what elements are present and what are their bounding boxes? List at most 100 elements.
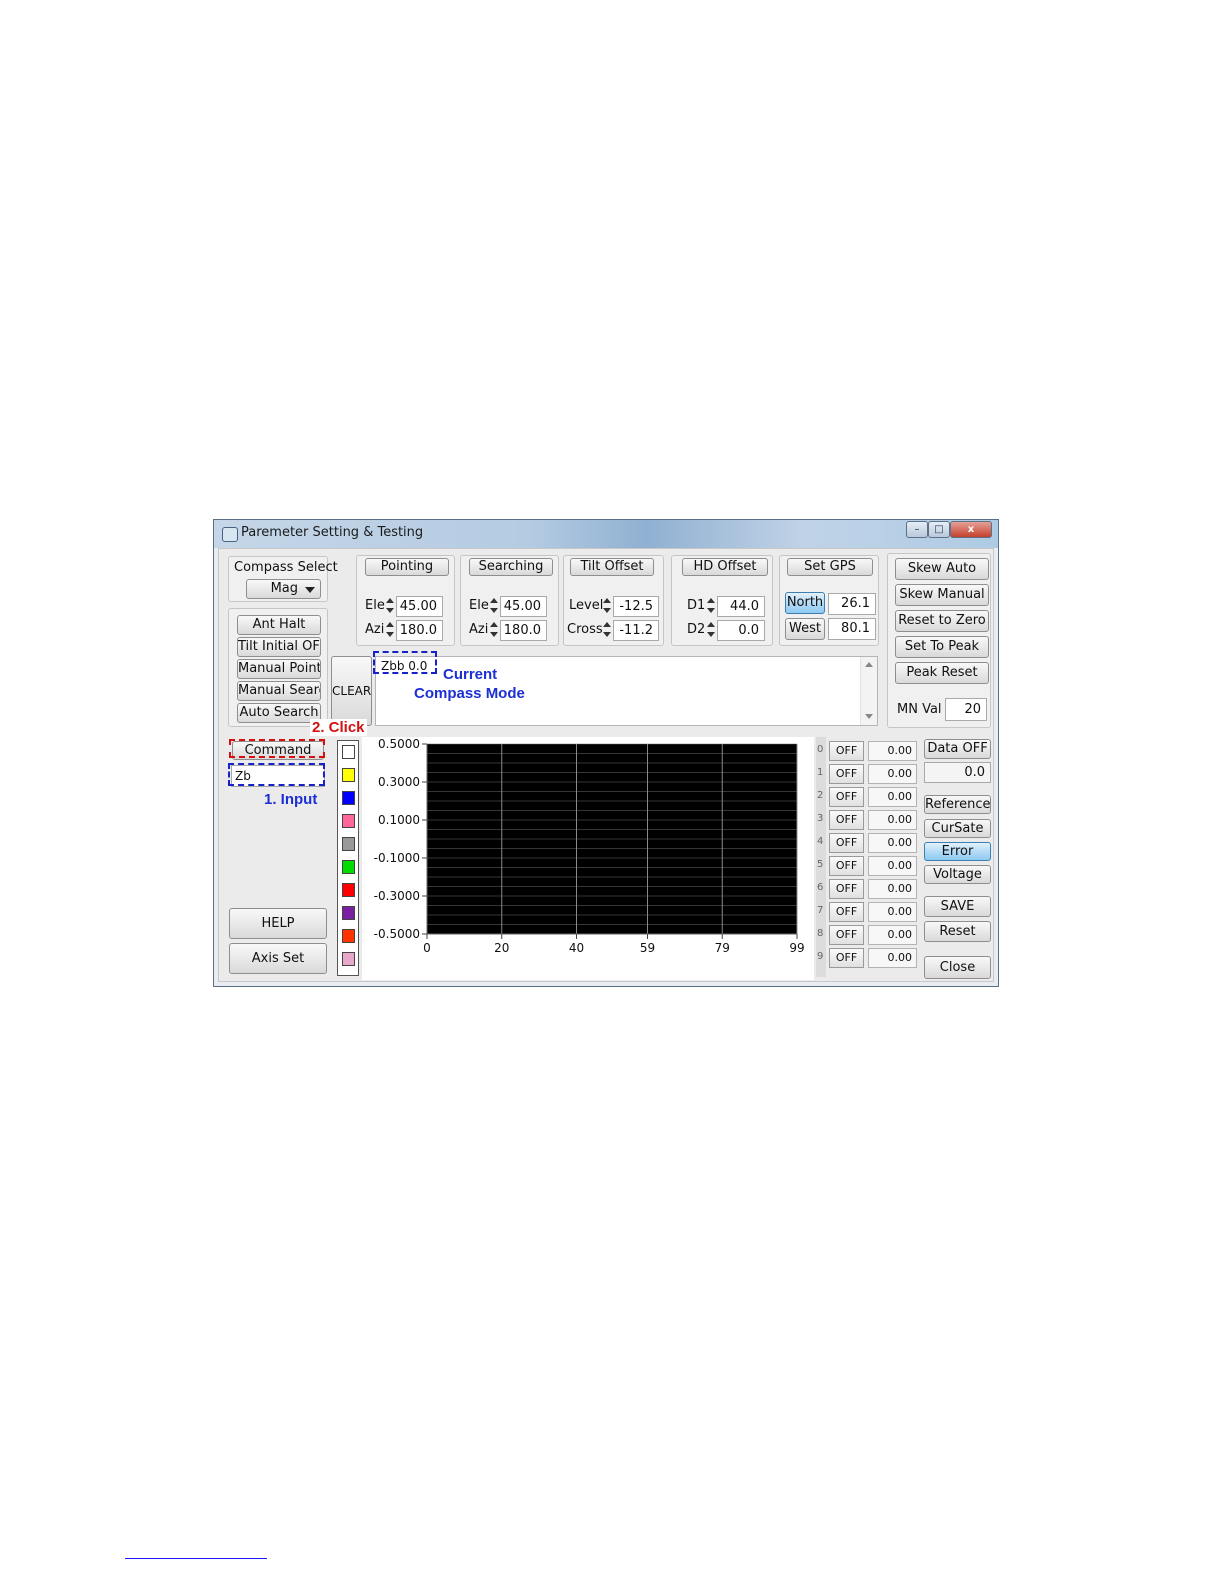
axis-set-button[interactable]: Axis Set	[229, 943, 327, 974]
channel-index: 8	[817, 928, 824, 939]
y-tick-label: 0.5000	[378, 737, 420, 751]
hd-d2-field[interactable]: 0.0	[717, 620, 765, 641]
channel-toggle-button[interactable]: OFF	[829, 810, 864, 830]
save-button[interactable]: SAVE	[924, 896, 991, 917]
manual-point-button[interactable]: Manual Point	[237, 659, 321, 679]
color-swatch[interactable]	[342, 906, 355, 920]
pointing-azi-spinner[interactable]	[385, 620, 394, 640]
west-field[interactable]: 80.1	[828, 618, 876, 640]
color-swatch[interactable]	[342, 745, 355, 759]
clear-button[interactable]: CLEAR	[331, 656, 372, 726]
color-swatch[interactable]	[342, 860, 355, 874]
color-swatch[interactable]	[342, 791, 355, 805]
pointing-azi-label: Azi	[365, 622, 385, 637]
searching-ele-label: Ele	[469, 598, 489, 613]
channel-toggle-button[interactable]: OFF	[829, 948, 864, 968]
tilt-level-field[interactable]: -12.5	[613, 596, 659, 617]
help-button[interactable]: HELP	[229, 908, 327, 939]
channel-index: 9	[817, 951, 824, 962]
searching-ele-field[interactable]: 45.00	[500, 596, 547, 617]
searching-ele-spinner[interactable]	[489, 596, 498, 616]
tilt-level-spinner[interactable]	[602, 596, 611, 616]
close-button[interactable]: Close	[924, 956, 991, 979]
searching-azi-field[interactable]: 180.0	[500, 620, 547, 641]
hd-d2-spinner[interactable]	[706, 620, 715, 640]
hd-offset-button[interactable]: HD Offset	[682, 558, 768, 576]
set-gps-button[interactable]: Set GPS	[787, 558, 873, 576]
set-to-peak-button[interactable]: Set To Peak	[895, 636, 989, 658]
channel-toggle-button[interactable]: OFF	[829, 764, 864, 784]
set-gps-group: Set GPS North 26.1 West 80.1	[779, 555, 879, 646]
scroll-down-icon[interactable]	[865, 714, 873, 719]
channel-value: 0.00	[868, 902, 917, 922]
north-field[interactable]: 26.1	[828, 593, 876, 615]
color-swatch[interactable]	[342, 883, 355, 897]
x-tick-label: 20	[494, 941, 509, 955]
minimize-icon[interactable]: –	[906, 521, 928, 538]
channel-toggle-button[interactable]: OFF	[829, 879, 864, 899]
skew-auto-button[interactable]: Skew Auto	[895, 558, 989, 580]
skew-manual-button[interactable]: Skew Manual	[895, 584, 989, 606]
pointing-ele-label: Ele	[365, 598, 385, 613]
chevron-down-icon[interactable]	[305, 587, 315, 593]
peak-reset-button[interactable]: Peak Reset	[895, 662, 989, 684]
searching-button[interactable]: Searching	[469, 558, 553, 576]
hd-offset-group: HD Offset D1 44.0 D2 0.0	[671, 555, 773, 646]
close-window-icon[interactable]: x	[950, 521, 992, 538]
channel-index: 1	[817, 767, 824, 778]
manual-search-button[interactable]: Manual Search	[237, 681, 321, 701]
data-off-button[interactable]: Data OFF	[924, 739, 991, 759]
channel-toggle-button[interactable]: OFF	[829, 856, 864, 876]
y-tick-label: -0.3000	[374, 889, 420, 903]
title-bar[interactable]: Paremeter Setting & Testing – □ x	[214, 520, 998, 548]
ant-halt-button[interactable]: Ant Halt	[237, 615, 321, 635]
color-swatch[interactable]	[342, 837, 355, 851]
auto-search-button[interactable]: Auto Search	[237, 703, 321, 723]
hd-d1-spinner[interactable]	[706, 596, 715, 616]
channel-toggle-button[interactable]: OFF	[829, 741, 864, 761]
compass-select-value: Mag	[270, 581, 298, 596]
pointing-azi-field[interactable]: 180.0	[396, 620, 443, 641]
x-tick-label: 79	[715, 941, 730, 955]
reset-button[interactable]: Reset	[924, 921, 991, 942]
scroll-up-icon[interactable]	[865, 662, 873, 667]
pointing-button[interactable]: Pointing	[365, 558, 449, 576]
color-swatch[interactable]	[342, 814, 355, 828]
channel-value: 0.00	[868, 948, 917, 968]
cursate-button[interactable]: CurSate	[924, 819, 991, 838]
app-icon	[222, 527, 238, 542]
searching-azi-spinner[interactable]	[489, 620, 498, 640]
compass-select-label: Compass Select	[234, 560, 338, 575]
y-tick-label: 0.1000	[378, 813, 420, 827]
channel-toggle-button[interactable]: OFF	[829, 902, 864, 922]
channel-toggle-button[interactable]: OFF	[829, 925, 864, 945]
tilt-cross-field[interactable]: -11.2	[613, 620, 659, 641]
channel-toggle-button[interactable]: OFF	[829, 787, 864, 807]
color-swatch[interactable]	[342, 929, 355, 943]
pointing-ele-field[interactable]: 45.00	[396, 596, 443, 617]
y-tick-label: -0.5000	[374, 927, 420, 941]
hd-d2-label: D2	[687, 622, 706, 637]
mn-val-field[interactable]: 20	[945, 698, 987, 721]
antenna-control-group: Ant Halt Tilt Initial OFF Manual Point M…	[228, 608, 328, 727]
channel-toggle-button[interactable]: OFF	[829, 833, 864, 853]
maximize-icon[interactable]: □	[928, 521, 950, 538]
error-button[interactable]: Error	[924, 842, 991, 861]
pointing-group: Pointing Ele 45.00 Azi 180.0	[356, 555, 455, 646]
north-button[interactable]: North	[785, 592, 825, 614]
color-swatch[interactable]	[342, 952, 355, 966]
reference-button[interactable]: Reference	[924, 795, 991, 814]
x-tick-label: 0	[423, 941, 431, 955]
tilt-cross-spinner[interactable]	[602, 620, 611, 640]
tilt-offset-button[interactable]: Tilt Offset	[570, 558, 654, 576]
west-button[interactable]: West	[785, 618, 825, 640]
color-swatch[interactable]	[342, 768, 355, 782]
reset-to-zero-button[interactable]: Reset to Zero	[895, 610, 989, 632]
log-scrollbar[interactable]	[860, 657, 877, 725]
voltage-button[interactable]: Voltage	[924, 865, 991, 884]
hd-d1-field[interactable]: 44.0	[717, 596, 765, 617]
pointing-ele-spinner[interactable]	[385, 596, 394, 616]
tilt-initial-off-button[interactable]: Tilt Initial OFF	[237, 637, 321, 657]
annotation-compass-mode: Compass Mode	[414, 685, 525, 702]
compass-select-dropdown[interactable]: Mag	[246, 579, 321, 599]
